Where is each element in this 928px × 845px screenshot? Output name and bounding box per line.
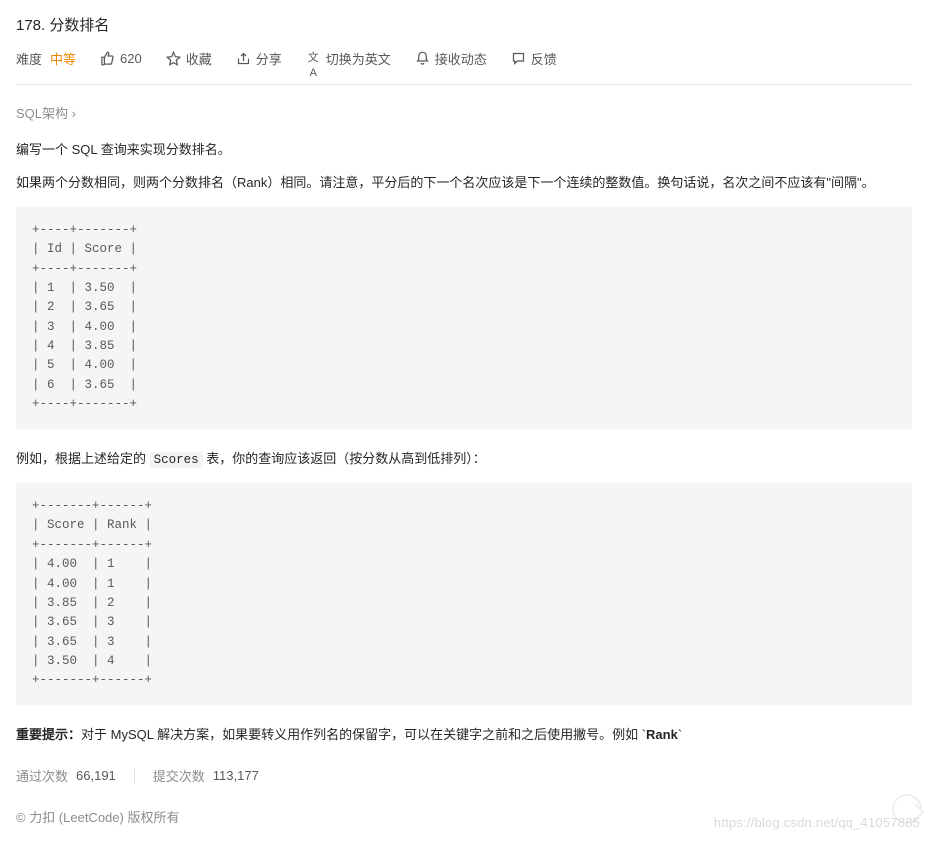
hint: 重要提示：对于 MySQL 解决方案，如果要转义用作列名的保留字，可以在关键字之… <box>16 723 912 746</box>
inline-code: Scores <box>150 452 203 468</box>
switch-language-button[interactable]: 文A 切换为英文 <box>306 49 391 68</box>
feedback-label: 反馈 <box>531 49 557 68</box>
code-block-output-table: +-------+------+ | Score | Rank | +-----… <box>16 483 912 705</box>
paragraph: 例如，根据上述给定的 Scores 表，你的查询应该返回（按分数从高到低排列）： <box>16 447 912 472</box>
hint-tail: ` <box>678 727 682 742</box>
accepted-stat: 通过次数 66,191 <box>16 766 116 785</box>
problem-title: 178. 分数排名 <box>16 14 912 35</box>
text-span: 表，你的查询应该返回（按分数从高到低排列）： <box>203 451 486 466</box>
paragraph: 编写一个 SQL 查询来实现分数排名。 <box>16 138 912 161</box>
favorite-button[interactable]: 收藏 <box>166 49 212 68</box>
share-button[interactable]: 分享 <box>236 49 282 68</box>
notify-button[interactable]: 接收动态 <box>415 49 487 68</box>
feedback-button[interactable]: 反馈 <box>511 49 557 68</box>
hint-rank-keyword: Rank <box>646 727 678 742</box>
switch-language-label: 切换为英文 <box>326 49 391 68</box>
accepted-value: 66,191 <box>76 768 116 783</box>
problem-description: 编写一个 SQL 查询来实现分数排名。 如果两个分数相同，则两个分数排名（Ran… <box>16 138 912 746</box>
stats-divider <box>134 768 135 784</box>
share-label: 分享 <box>256 49 282 68</box>
like-button[interactable]: 620 <box>100 51 142 66</box>
feedback-icon <box>511 51 526 66</box>
toolbar: 难度 中等 620 收藏 分享 文A 切换为英文 接收动态 反馈 <box>16 49 912 85</box>
sql-schema-link[interactable]: SQL架构 › <box>16 103 912 122</box>
thumbs-up-icon <box>100 51 115 66</box>
difficulty-value: 中等 <box>50 49 76 68</box>
notify-label: 接收动态 <box>435 49 487 68</box>
code-block-input-table: +----+-------+ | Id | Score | +----+----… <box>16 207 912 429</box>
favorite-label: 收藏 <box>186 49 212 68</box>
submissions-label: 提交次数 <box>153 766 205 785</box>
hint-body: 对于 MySQL 解决方案，如果要转义用作列名的保留字，可以在关键字之前和之后使… <box>81 727 646 742</box>
share-icon <box>236 51 251 66</box>
paragraph: 如果两个分数相同，则两个分数排名（Rank）相同。请注意，平分后的下一个名次应该… <box>16 171 912 194</box>
submissions-stat: 提交次数 113,177 <box>153 766 259 785</box>
submissions-value: 113,177 <box>213 768 259 783</box>
difficulty-label: 难度 <box>16 49 42 68</box>
star-icon <box>166 51 181 66</box>
accepted-label: 通过次数 <box>16 766 68 785</box>
copyright: © 力扣 (LeetCode) 版权所有 <box>16 807 912 826</box>
bell-icon <box>415 51 430 66</box>
like-count: 620 <box>120 51 142 66</box>
hint-label: 重要提示： <box>16 727 81 742</box>
text-span: 例如，根据上述给定的 <box>16 451 150 466</box>
translate-icon: 文A <box>306 51 321 66</box>
stats-bar: 通过次数 66,191 提交次数 113,177 <box>16 766 912 785</box>
